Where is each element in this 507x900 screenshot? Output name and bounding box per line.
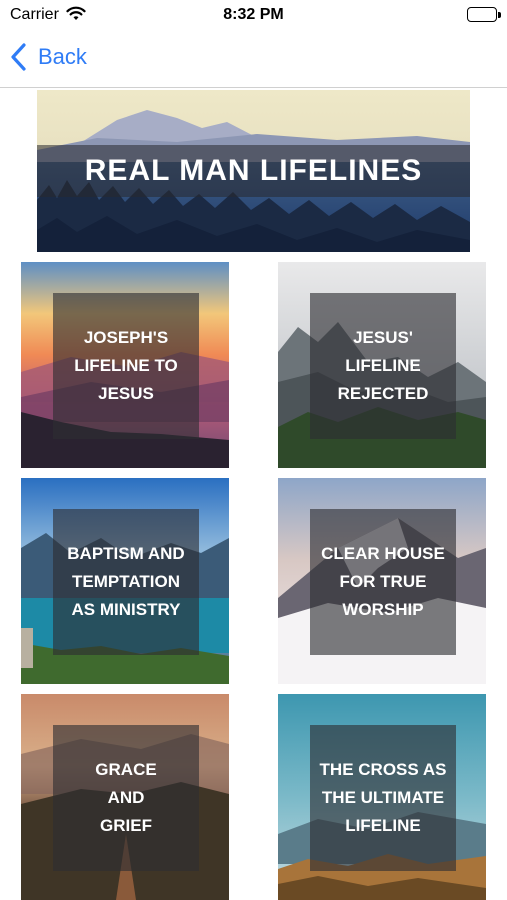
tile-label: THE CROSS AS THE ULTIMATE LIFELINE [319, 760, 447, 835]
tile-overlay: JESUS' LIFELINE REJECTED [310, 293, 456, 439]
tile-overlay: THE CROSS AS THE ULTIMATE LIFELINE [310, 725, 456, 871]
clock: 8:32 PM [223, 6, 284, 23]
back-button[interactable]: Back [10, 43, 87, 71]
tile-baptism-temptation[interactable]: BAPTISM AND TEMPTATION AS MINISTRY [21, 478, 229, 684]
tile-overlay: GRACE AND GRIEF [53, 725, 199, 871]
battery-icon [467, 7, 501, 22]
tile-overlay: JOSEPH'S LIFELINE TO JESUS [53, 293, 199, 439]
tile-label: GRACE AND GRIEF [95, 760, 157, 835]
tile-overlay: CLEAR HOUSE FOR TRUE WORSHIP [310, 509, 456, 655]
back-label: Back [38, 44, 87, 69]
status-bar: Carrier 8:32 PM [0, 0, 507, 30]
tile-josephs-lifeline[interactable]: JOSEPH'S LIFELINE TO JESUS [21, 262, 229, 468]
header-banner: REAL MAN LIFELINES [37, 90, 470, 252]
tile-clear-house[interactable]: CLEAR HOUSE FOR TRUE WORSHIP [278, 478, 486, 684]
page-title: REAL MAN LIFELINES [84, 154, 423, 187]
tile-label: JESUS' LIFELINE REJECTED [337, 328, 429, 403]
tile-label: JOSEPH'S LIFELINE TO JESUS [74, 328, 178, 403]
tile-label: BAPTISM AND TEMPTATION AS MINISTRY [67, 544, 185, 619]
chevron-left-icon [11, 43, 26, 71]
tile-overlay: BAPTISM AND TEMPTATION AS MINISTRY [53, 509, 199, 655]
tile-the-cross-lifeline[interactable]: THE CROSS AS THE ULTIMATE LIFELINE [278, 694, 486, 900]
navigation-bar: Back [0, 30, 507, 88]
tile-label: CLEAR HOUSE FOR TRUE WORSHIP [321, 544, 445, 619]
tile-jesus-lifeline-rejected[interactable]: JESUS' LIFELINE REJECTED [278, 262, 486, 468]
tile-grace-and-grief[interactable]: GRACE AND GRIEF [21, 694, 229, 900]
